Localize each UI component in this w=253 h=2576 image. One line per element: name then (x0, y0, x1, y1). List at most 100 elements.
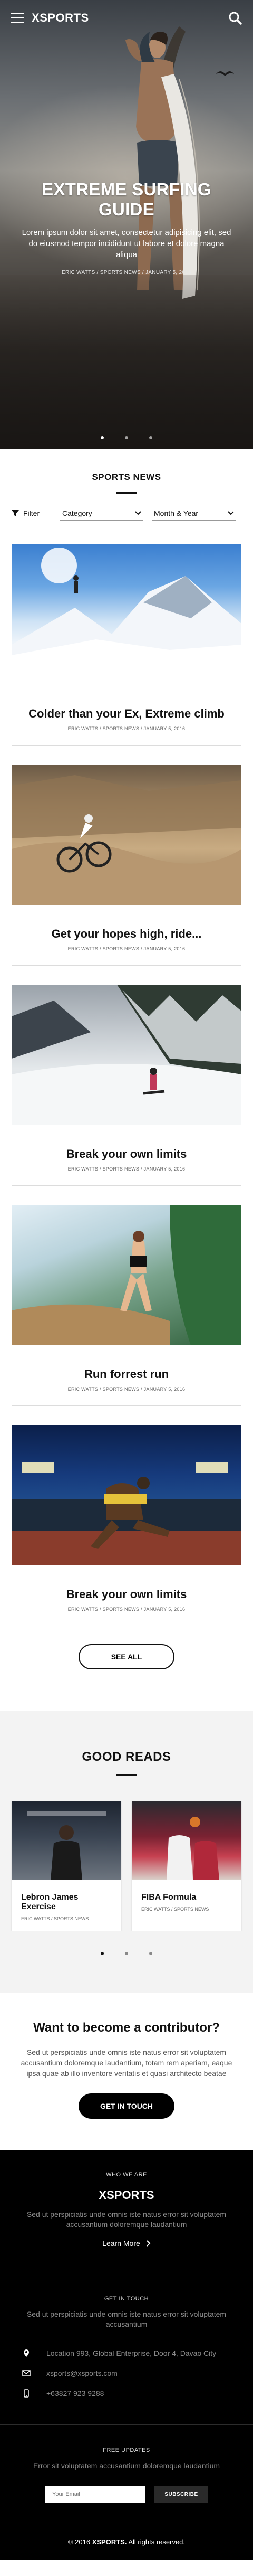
news-image-mountain-biker[interactable] (12, 765, 241, 905)
email-field[interactable] (45, 2486, 145, 2503)
gym-scene (27, 1811, 106, 1880)
snow-scene (12, 985, 241, 1125)
news-item: Colder than your Ex, Extreme climb ERIC … (12, 544, 241, 746)
bird-icon (216, 71, 234, 76)
footer-who-text: Sed ut perspiciatis unde omnis iste natu… (26, 2210, 227, 2229)
subscribe-form: SUBSCRIBE (0, 2486, 253, 2503)
carousel-dot[interactable] (101, 436, 104, 439)
news-image-sprinter-stadium[interactable] (12, 1425, 241, 1565)
location-pin-icon (24, 2349, 29, 2357)
hero-caption: EXTREME SURFING GUIDE Lorem ipsum dolor … (0, 180, 253, 276)
news-meta: ERIC WATTS / SPORTS NEWS / JANUARY 5, 20… (67, 1166, 186, 1172)
heading-divider (116, 492, 137, 494)
contact-email[interactable]: xsports@xsports.com (22, 2363, 231, 2383)
carousel-dot[interactable] (125, 436, 128, 439)
trail-scene (12, 1205, 241, 1345)
hero-carousel-dots (0, 436, 253, 439)
mountain-scene (12, 548, 241, 685)
month-year-select[interactable]: Month & Year (152, 506, 236, 521)
contributor-text: Sed ut perspiciatis unde omnis iste natu… (21, 2048, 232, 2078)
news-item: Run forrest run ERIC WATTS / SPORTS NEWS… (12, 1205, 241, 1406)
good-reads-section: GOOD READS Lebron James Exercise ERIC WA… (0, 1711, 253, 1993)
good-read-card[interactable]: FIBA Formula ERIC WATTS / SPORTS NEWS (132, 1801, 241, 1931)
news-title[interactable]: Break your own limits (12, 1588, 241, 1601)
footer-touch-heading: GET IN TOUCH (104, 2296, 149, 2302)
news-image-mountain-climber[interactable] (12, 544, 241, 685)
site-logo[interactable]: XSPORTS (32, 11, 89, 25)
copyright-brand[interactable]: XSPORTS. (92, 2538, 127, 2546)
footer-touch-text: Sed ut perspiciatis unde omnis iste natu… (26, 2310, 227, 2328)
good-read-image (12, 1801, 121, 1880)
carousel-dot[interactable] (149, 1952, 152, 1955)
news-item: Break your own limits ERIC WATTS / SPORT… (12, 1425, 241, 1626)
learn-more-label: Learn More (102, 2239, 140, 2248)
search-icon[interactable] (228, 11, 242, 25)
carousel-dot[interactable] (101, 1952, 104, 1955)
news-title[interactable]: Break your own limits (12, 1147, 241, 1161)
stadium-scene (12, 1462, 241, 1565)
basketball-scene (167, 1817, 219, 1880)
good-read-card[interactable]: Lebron James Exercise ERIC WATTS / SPORT… (12, 1801, 121, 1931)
news-image-snowboarder[interactable] (12, 985, 241, 1125)
news-title[interactable]: Get your hopes high, ride... (12, 927, 241, 941)
category-select-value: Category (62, 508, 92, 517)
news-meta: ERIC WATTS / SPORTS NEWS / JANUARY 5, 20… (67, 1607, 186, 1612)
hero-meta: ERIC WATTS / SPORTS NEWS / JANUARY 5, 20… (62, 270, 191, 276)
good-read-title: FIBA Formula (141, 1893, 197, 1902)
footer-who-heading: WHO WE ARE (106, 2172, 147, 2178)
page: XSPORTS EXTREME SURFING GUIDE Lorem ipsu… (0, 0, 253, 2560)
carousel-dot[interactable] (125, 1952, 128, 1955)
good-reads-heading: GOOD READS (82, 1750, 171, 1764)
top-navigation: XSPORTS (0, 0, 253, 36)
good-read-meta: ERIC WATTS / SPORTS NEWS (141, 1907, 209, 1912)
contact-address-text: Location 993, Global Enterprise, Door 4,… (46, 2349, 217, 2357)
news-filters: Filter Category Month & Year (0, 505, 253, 521)
footer-updates-text: Error sit voluptatem accusantium dolorem… (33, 2461, 220, 2470)
funnel-icon (12, 510, 19, 516)
footer-updates-heading: FREE UPDATES (103, 2447, 150, 2454)
envelope-icon (22, 2370, 31, 2376)
news-image-trail-runner[interactable] (12, 1205, 241, 1345)
news-item: Get your hopes high, ride... ERIC WATTS … (12, 765, 241, 966)
footer-updates: FREE UPDATES Error sit voluptatem accusa… (0, 2447, 253, 2503)
contact-list: Location 993, Global Enterprise, Door 4,… (0, 2343, 253, 2403)
hero-banner: XSPORTS EXTREME SURFING GUIDE Lorem ipsu… (0, 0, 253, 449)
hero-title[interactable]: EXTREME SURFING GUIDE (19, 180, 234, 220)
filter-label: Filter (23, 509, 40, 517)
news-title[interactable]: Run forrest run (12, 1367, 241, 1381)
chevron-right-icon (147, 2240, 151, 2247)
subscribe-button[interactable]: SUBSCRIBE (154, 2486, 208, 2503)
copyright-suffix: All rights reserved. (128, 2538, 186, 2546)
news-meta: ERIC WATTS / SPORTS NEWS / JANUARY 5, 20… (67, 1386, 186, 1392)
sports-news-section: SPORTS NEWS Filter Category Month & Year (0, 449, 253, 1669)
news-title[interactable]: Colder than your Ex, Extreme climb (12, 707, 241, 721)
good-read-title: Lebron James Exercise (21, 1893, 79, 1911)
month-year-select-value: Month & Year (154, 508, 199, 517)
contact-phone-text: +63827 923 9288 (46, 2389, 104, 2398)
contact-email-text: xsports@xsports.com (46, 2369, 118, 2377)
news-meta: ERIC WATTS / SPORTS NEWS / JANUARY 5, 20… (67, 726, 186, 731)
news-item: Break your own limits ERIC WATTS / SPORT… (12, 985, 241, 1186)
copyright-prefix: © 2016 (67, 2538, 91, 2546)
heading-divider (116, 1774, 137, 1776)
good-read-image (132, 1801, 241, 1880)
contact-phone[interactable]: +63827 923 9288 (22, 2383, 231, 2403)
category-select[interactable]: Category (60, 506, 143, 521)
good-read-meta: ERIC WATTS / SPORTS NEWS (21, 1916, 89, 1921)
see-all-button[interactable]: SEE ALL (79, 1644, 174, 1669)
contact-address: Location 993, Global Enterprise, Door 4,… (22, 2343, 231, 2363)
site-footer: WHO WE ARE XSPORTS Sed ut perspiciatis u… (0, 2150, 253, 2560)
contributor-heading: Want to become a contributor? (33, 2021, 220, 2035)
get-in-touch-button[interactable]: GET IN TOUCH (79, 2093, 174, 2119)
biking-scene (12, 775, 241, 905)
chevron-down-icon (135, 511, 141, 515)
news-list: Colder than your Ex, Extreme climb ERIC … (0, 544, 253, 1626)
contributor-section: Want to become a contributor? Sed ut per… (0, 1993, 253, 2150)
carousel-dot[interactable] (149, 436, 152, 439)
learn-more-link[interactable]: Learn More (102, 2239, 151, 2248)
filter-button[interactable]: Filter (12, 509, 60, 517)
hamburger-menu-icon[interactable] (11, 13, 24, 23)
footer-logo[interactable]: XSPORTS (0, 2188, 253, 2202)
hero-wave (0, 275, 253, 449)
chevron-down-icon (228, 511, 234, 515)
